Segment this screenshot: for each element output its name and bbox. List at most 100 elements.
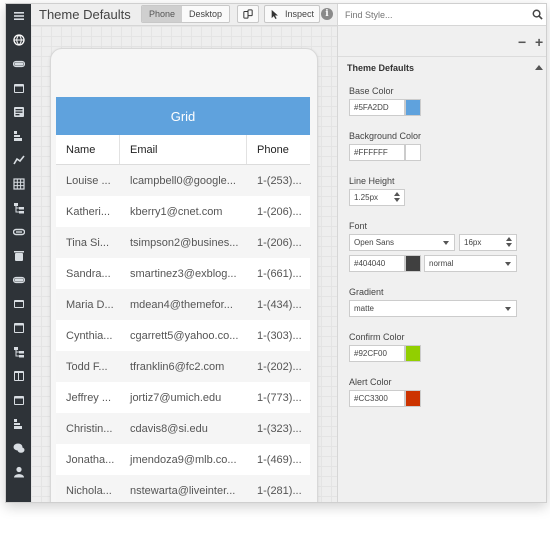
collapse-all-button[interactable]: − bbox=[518, 34, 526, 50]
toggle-icon[interactable] bbox=[6, 52, 31, 76]
theme-defaults-section-header[interactable]: Theme Defaults bbox=[338, 56, 546, 76]
cell-email: nstewarta@liveinter... bbox=[130, 484, 236, 497]
cell-phone: 1-(661)... bbox=[257, 267, 302, 280]
list-icon[interactable] bbox=[6, 124, 31, 148]
alert-color-swatch[interactable] bbox=[405, 390, 421, 407]
caret-up-icon[interactable] bbox=[535, 65, 543, 70]
background-color-swatch[interactable] bbox=[405, 144, 421, 161]
cell-email: kberry1@cnet.com bbox=[130, 205, 223, 218]
gradient-label: Gradient bbox=[349, 287, 384, 297]
rotate-device-button[interactable] bbox=[237, 5, 259, 23]
chart-icon[interactable] bbox=[6, 148, 31, 172]
cell-phone: 1-(303)... bbox=[257, 329, 302, 342]
cell-email: lcampbell0@google... bbox=[130, 174, 236, 187]
cell-email: tsimpson2@busines... bbox=[130, 236, 239, 249]
column-header-name[interactable]: Name bbox=[56, 135, 119, 164]
form-icon[interactable] bbox=[6, 100, 31, 124]
table-row[interactable]: Nichola... nstewarta@liveinter... 1-(281).… bbox=[56, 475, 310, 502]
gradient-value: matte bbox=[354, 304, 375, 313]
cell-email: cdavis8@si.edu bbox=[130, 422, 208, 435]
panel-icon[interactable] bbox=[6, 364, 31, 388]
base-color-label: Base Color bbox=[349, 86, 394, 96]
stepper-arrows-icon[interactable] bbox=[506, 237, 512, 248]
cell-phone: 1-(206)... bbox=[257, 236, 302, 249]
cell-phone: 1-(323)... bbox=[257, 422, 302, 435]
tree-icon[interactable] bbox=[6, 340, 31, 364]
confirm-color-swatch[interactable] bbox=[405, 345, 421, 362]
cell-phone: 1-(773)... bbox=[257, 391, 302, 404]
table-row[interactable]: Cynthia... cgarrett5@yahoo.co... 1-(303)..… bbox=[56, 320, 310, 351]
font-size-stepper[interactable]: 16px bbox=[459, 234, 517, 251]
alert-color-input[interactable]: #CC3300 bbox=[349, 390, 405, 407]
cell-name: Sandra... bbox=[66, 267, 111, 280]
info-icon[interactable]: i bbox=[321, 8, 333, 20]
font-size-value: 16px bbox=[464, 238, 482, 247]
section-title: Theme Defaults bbox=[347, 63, 415, 73]
device-toggle: Phone Desktop bbox=[141, 5, 231, 23]
column-header-phone[interactable]: Phone bbox=[246, 135, 310, 164]
link-icon[interactable] bbox=[6, 220, 31, 244]
search-icon[interactable] bbox=[532, 9, 543, 20]
chat-icon[interactable] bbox=[6, 436, 31, 460]
grid-body: Louise ... lcampbell0@google... 1-(253)...… bbox=[56, 165, 310, 502]
trash-icon[interactable] bbox=[6, 244, 31, 268]
line-height-value: 1.25px bbox=[354, 193, 379, 202]
table-row[interactable]: Maria D... mdean4@themefor... 1-(434)... bbox=[56, 289, 310, 320]
expand-all-button[interactable]: + bbox=[535, 34, 543, 50]
cell-name: Maria D... bbox=[66, 298, 114, 311]
grid-component[interactable]: Grid Name Email Phone Louise ... lcampbel… bbox=[56, 97, 310, 502]
font-color-input[interactable]: #404040 bbox=[349, 255, 405, 272]
design-canvas: Grid Name Email Phone Louise ... lcampbel… bbox=[31, 26, 337, 502]
top-toolbar: Theme Defaults Phone Desktop Inspect i bbox=[31, 4, 337, 26]
grid-icon[interactable] bbox=[6, 172, 31, 196]
calendar-icon[interactable] bbox=[6, 388, 31, 412]
cell-email: jmendoza9@mlb.co... bbox=[130, 453, 237, 466]
confirm-color-input[interactable]: #92CF00 bbox=[349, 345, 405, 362]
table-row[interactable]: Sandra... smartinez3@exblog... 1-(661)... bbox=[56, 258, 310, 289]
font-color-swatch[interactable] bbox=[405, 255, 421, 272]
user-icon[interactable] bbox=[6, 460, 31, 484]
table-row[interactable]: Louise ... lcampbell0@google... 1-(253)... bbox=[56, 165, 310, 196]
table-row[interactable]: Christin... cdavis8@si.edu 1-(323)... bbox=[56, 413, 310, 444]
find-style-input[interactable] bbox=[345, 7, 525, 23]
confirm-color-label: Confirm Color bbox=[349, 332, 405, 342]
inspect-button[interactable]: Inspect bbox=[264, 5, 321, 23]
cell-email: cgarrett5@yahoo.co... bbox=[130, 329, 239, 342]
carousel-icon[interactable] bbox=[6, 292, 31, 316]
table-row[interactable]: Jonatha... jmendoza9@mlb.co... 1-(469)... bbox=[56, 444, 310, 475]
cell-email: smartinez3@exblog... bbox=[130, 267, 237, 280]
cell-name: Cynthia... bbox=[66, 329, 113, 342]
column-header-email[interactable]: Email bbox=[119, 135, 246, 164]
table-row[interactable]: Jeffrey ... jortiz7@umich.edu 1-(773)... bbox=[56, 382, 310, 413]
table-row[interactable]: Todd F... tfranklin6@fc2.com 1-(202)... bbox=[56, 351, 310, 382]
gradient-select[interactable]: matte bbox=[349, 300, 517, 317]
cell-email: mdean4@themefor... bbox=[130, 298, 233, 311]
table-row[interactable]: Tina Si... tsimpson2@busines... 1-(206)... bbox=[56, 227, 310, 258]
globe-icon[interactable] bbox=[6, 28, 31, 52]
window-icon[interactable] bbox=[6, 316, 31, 340]
calendar-icon[interactable] bbox=[6, 76, 31, 100]
style-panel: − + Theme Defaults Base Color #5FA2DD Ba… bbox=[337, 4, 546, 502]
cell-name: Jeffrey ... bbox=[66, 391, 112, 404]
cell-name: Tina Si... bbox=[66, 236, 109, 249]
base-color-input[interactable]: #5FA2DD bbox=[349, 99, 405, 116]
phone-button[interactable]: Phone bbox=[142, 6, 183, 22]
table-row[interactable]: Katheri... kberry1@cnet.com 1-(206)... bbox=[56, 196, 310, 227]
cell-email: tfranklin6@fc2.com bbox=[130, 360, 225, 373]
stepper-arrows-icon[interactable] bbox=[394, 192, 400, 203]
tree-icon[interactable] bbox=[6, 196, 31, 220]
toggle-icon[interactable] bbox=[6, 268, 31, 292]
cell-name: Louise ... bbox=[66, 174, 111, 187]
component-rail bbox=[6, 4, 31, 502]
list-icon[interactable] bbox=[6, 412, 31, 436]
menu-icon[interactable] bbox=[6, 4, 31, 28]
line-height-stepper[interactable]: 1.25px bbox=[349, 189, 405, 206]
font-weight-select[interactable]: normal bbox=[424, 255, 517, 272]
desktop-button[interactable]: Desktop bbox=[182, 6, 230, 22]
font-family-select[interactable]: Open Sans bbox=[349, 234, 455, 251]
app-window: Theme Defaults Phone Desktop Inspect i G… bbox=[5, 3, 547, 503]
cell-phone: 1-(253)... bbox=[257, 174, 302, 187]
cell-phone: 1-(202)... bbox=[257, 360, 302, 373]
base-color-swatch[interactable] bbox=[405, 99, 421, 116]
background-color-input[interactable]: #FFFFFF bbox=[349, 144, 405, 161]
